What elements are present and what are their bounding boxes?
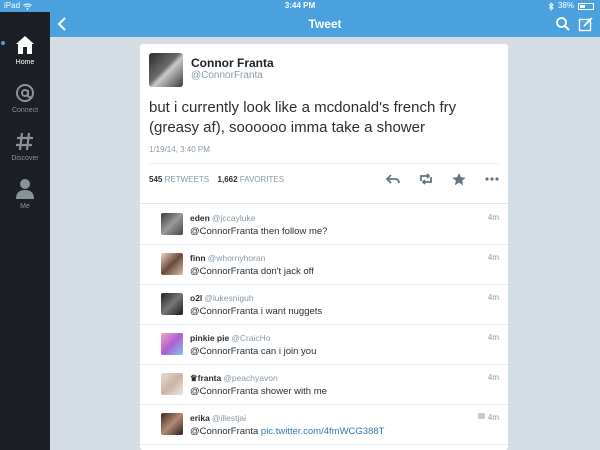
tweet-text: but i currently look like a mcdonald's f… <box>149 99 457 136</box>
reply-avatar[interactable] <box>161 333 183 355</box>
reply-avatar[interactable] <box>161 213 183 235</box>
more-options-icon[interactable] <box>484 172 500 186</box>
bluetooth-icon <box>548 1 554 11</box>
battery-icon <box>578 2 594 10</box>
reply-item[interactable]: pinkie pie @CraicHo @ConnorFranta can i j… <box>140 325 508 365</box>
sidebar-item-label: Connect <box>11 107 39 114</box>
reply-item[interactable]: ♛franta @peachyavon @ConnorFranta shower … <box>140 365 508 405</box>
tweet-timestamp: 1/19/14, 3:40 PM <box>149 145 210 154</box>
tweet-stats: 545 RETWEETS 1,662 FAVORITES <box>149 175 284 184</box>
reply-author-handle[interactable]: @CraicHo <box>231 333 270 343</box>
sidebar-item-connect[interactable]: Connect <box>0 80 50 124</box>
reply-avatar[interactable] <box>161 293 183 315</box>
reply-author-handle[interactable]: @lukesniguh <box>204 293 253 303</box>
sidebar-item-me[interactable]: Me <box>0 176 50 220</box>
reply-item[interactable]: o2l @lukesniguh @ConnorFranta i want nugg… <box>140 285 508 325</box>
reply-item[interactable]: finn @whornyhoran @ConnorFranta don't jac… <box>140 245 508 285</box>
reply-time: 4m <box>487 253 499 262</box>
author-name[interactable]: Connor Franta <box>191 56 274 70</box>
page-title: Tweet <box>308 17 342 31</box>
search-icon[interactable] <box>555 16 571 32</box>
reply-media-link[interactable]: pic.twitter.com/4fmWCG388T <box>261 426 385 437</box>
reply-time: 4m <box>487 293 499 302</box>
reply-avatar[interactable] <box>161 253 183 275</box>
reply-icon[interactable] <box>385 172 401 186</box>
reply-author-name[interactable]: finn <box>190 253 206 263</box>
compose-icon[interactable] <box>578 16 594 32</box>
reply-text: @ConnorFranta can i join you <box>190 346 317 357</box>
reply-author-name[interactable]: pinkie pie <box>190 333 229 343</box>
hashtag-icon <box>16 132 33 151</box>
reply-text: @ConnorFranta shower with me <box>190 386 327 397</box>
content-area: Connor Franta @ConnorFranta but i curren… <box>50 37 600 450</box>
author-avatar[interactable] <box>149 53 183 87</box>
status-time: 3:44 PM <box>284 1 316 10</box>
reply-text: @ConnorFranta i want nuggets <box>190 306 323 317</box>
reply-author-handle[interactable]: @illestjai <box>212 413 246 423</box>
reply-text: @ConnorFranta then follow me? <box>190 226 328 237</box>
divider <box>149 163 499 164</box>
sidebar: Home Connect Discover Me <box>0 12 50 450</box>
author-handle[interactable]: @ConnorFranta <box>191 70 263 81</box>
reply-author-handle[interactable]: @jccayluke <box>212 213 256 223</box>
reply-author-name[interactable]: eden <box>190 213 210 223</box>
reply-author-name[interactable]: erika <box>190 413 210 423</box>
retweet-icon[interactable] <box>418 172 434 186</box>
home-icon <box>16 36 34 54</box>
main-tweet: Connor Franta @ConnorFranta but i curren… <box>140 44 508 204</box>
retweets-count[interactable]: 545 <box>149 175 162 184</box>
reply-author-name[interactable]: ♛franta <box>190 373 221 383</box>
at-icon <box>16 84 34 102</box>
retweets-label[interactable]: RETWEETS <box>165 175 209 184</box>
header: Tweet <box>50 12 600 37</box>
photo-icon <box>478 413 485 419</box>
sidebar-item-discover[interactable]: Discover <box>0 128 50 172</box>
battery-percent: 38% <box>557 1 574 10</box>
reply-item[interactable]: erika @illestjai @ConnorFranta pic.twitte… <box>140 405 508 445</box>
reply-text: @ConnorFranta <box>190 426 259 437</box>
sidebar-item-label: Home <box>15 59 35 66</box>
reply-author-name[interactable]: o2l <box>190 293 202 303</box>
favorite-star-icon[interactable] <box>451 172 467 186</box>
reply-author-handle[interactable]: @whornyhoran <box>208 253 266 263</box>
sidebar-item-home[interactable]: Home <box>0 32 50 76</box>
person-icon <box>16 179 34 199</box>
reply-time: 4m <box>487 373 499 382</box>
favorites-count[interactable]: 1,662 <box>218 175 238 184</box>
reply-avatar[interactable] <box>161 413 183 435</box>
favorites-label[interactable]: FAVORITES <box>240 175 284 184</box>
reply-time: 4m <box>487 413 499 422</box>
reply-avatar[interactable] <box>161 373 183 395</box>
reply-text: @ConnorFranta don't jack off <box>190 266 314 277</box>
reply-author-handle[interactable]: @peachyavon <box>223 373 277 383</box>
status-bar: iPad 3:44 PM 38% <box>0 0 600 12</box>
reply-time: 4m <box>487 213 499 222</box>
sidebar-item-label: Me <box>20 203 30 210</box>
reply-item[interactable]: eden @jccayluke @ConnorFranta then follow… <box>140 205 508 245</box>
tweet-detail-card: Connor Franta @ConnorFranta but i curren… <box>140 44 508 450</box>
reply-time: 4m <box>487 333 499 342</box>
sidebar-item-label: Discover <box>11 155 39 162</box>
